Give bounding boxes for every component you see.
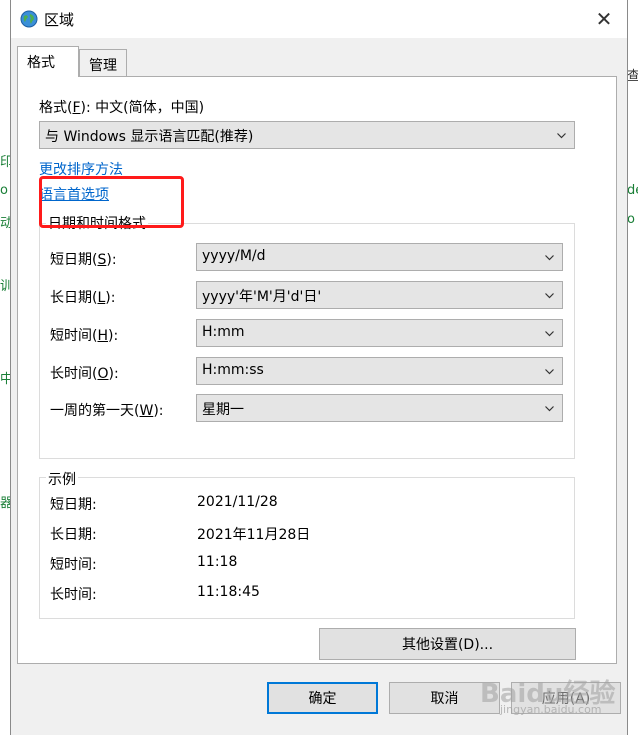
- chevron-down-icon: [545, 293, 554, 299]
- close-icon: ✕: [595, 7, 613, 31]
- example-long-date-value: 2021年11月28日: [197, 527, 311, 543]
- chevron-down-icon: [557, 133, 566, 139]
- short-time-label: 短时间(H):: [50, 328, 119, 344]
- first-day-of-week-label: 一周的第一天(W):: [50, 403, 164, 419]
- long-time-label: 长时间(O):: [50, 366, 119, 382]
- example-short-time-label: 短时间:: [50, 557, 97, 573]
- example-group: [39, 477, 575, 619]
- short-time-select[interactable]: H:mm: [196, 319, 563, 347]
- long-time-select[interactable]: H:mm:ss: [196, 357, 563, 385]
- format-tab-panel: 格式(F): 中文(简体，中国) 与 Windows 显示语言匹配(推荐) 更改…: [17, 76, 617, 664]
- example-group-title: 示例: [46, 469, 78, 489]
- chevron-down-icon: [545, 406, 554, 412]
- format-label: 格式(F): 中文(简体，中国): [39, 100, 205, 116]
- format-select[interactable]: 与 Windows 显示语言匹配(推荐): [39, 121, 575, 149]
- example-short-time-value: 11:18: [197, 554, 238, 570]
- chevron-down-icon: [545, 255, 554, 261]
- short-date-select[interactable]: yyyy/M/d: [196, 243, 563, 271]
- window-title: 区域: [44, 11, 75, 29]
- chevron-down-icon: [545, 331, 554, 337]
- chevron-down-icon: [545, 369, 554, 375]
- tab-administrative[interactable]: 管理: [79, 49, 127, 76]
- background-text-fragment: o: [0, 183, 8, 198]
- background-text-fragment: o: [627, 212, 635, 227]
- additional-settings-button[interactable]: 其他设置(D)...: [319, 628, 576, 660]
- ok-button[interactable]: 确定: [267, 682, 378, 714]
- title-bar: 区域 ✕: [11, 0, 627, 38]
- tab-label: 管理: [89, 58, 117, 74]
- region-dialog: 区域 ✕ 格式 管理 格式(F): 中文(简体，中国) 与 Windows 显示…: [10, 0, 628, 735]
- tab-label: 格式: [27, 55, 55, 71]
- example-long-time-value: 11:18:45: [197, 584, 260, 600]
- format-select-value: 与 Windows 显示语言匹配(推荐): [45, 129, 254, 145]
- long-date-label: 长日期(L):: [50, 290, 116, 306]
- baidu-watermark-url: jingyan.baidu.com: [500, 703, 602, 716]
- short-date-label: 短日期(S):: [50, 252, 117, 268]
- example-short-date-label: 短日期:: [50, 497, 97, 513]
- highlight-annotation: [39, 176, 184, 228]
- globe-icon: [20, 10, 38, 28]
- example-long-time-label: 长时间:: [50, 587, 97, 603]
- close-button[interactable]: ✕: [581, 0, 627, 38]
- tab-format[interactable]: 格式: [17, 46, 79, 77]
- example-long-date-label: 长日期:: [50, 527, 97, 543]
- example-short-date-value: 2021/11/28: [197, 494, 278, 510]
- background-text-fragment: de: [627, 183, 638, 198]
- long-date-select[interactable]: yyyy'年'M'月'd'日': [196, 281, 563, 309]
- first-day-of-week-select[interactable]: 星期一: [196, 394, 563, 422]
- background-text-fragment: 查: [627, 69, 638, 84]
